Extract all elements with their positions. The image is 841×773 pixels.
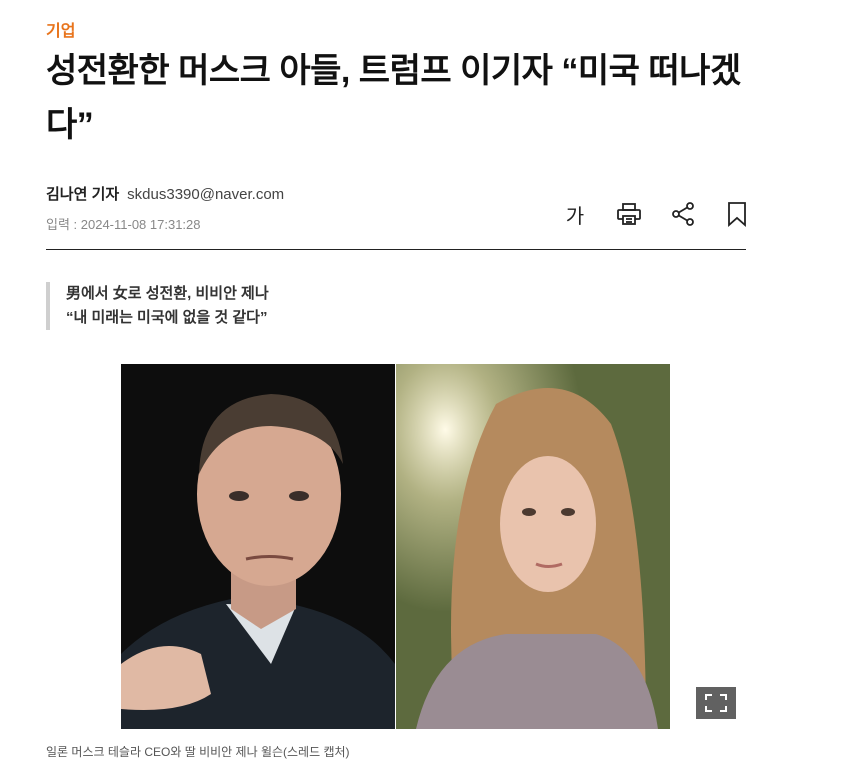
article-photo[interactable] (121, 364, 670, 729)
article-headline: 성전환한 머스크 아들, 트럼프 이기자 “미국 떠나겠다” (46, 52, 741, 144)
byline: 김나연 기자 skdus3390@naver.com (46, 183, 284, 204)
font-size-icon: 가 (565, 205, 585, 228)
article-subtitle: 男에서 女로 성전환, 비비안 제나 “내 미래는 미국에 없을 것 같다” (46, 282, 666, 330)
reporter-email[interactable]: skdus3390@naver.com (127, 186, 284, 203)
photo-right-panel (396, 364, 670, 729)
reporter-name[interactable]: 김나연 기자 (46, 183, 119, 204)
header-divider (46, 249, 746, 250)
subtitle-line-1: 男에서 女로 성전환, 비비안 제나 (66, 285, 269, 302)
article-category[interactable]: 기업 (46, 17, 75, 41)
photo-left-panel (121, 364, 395, 729)
bookmark-button[interactable] (710, 198, 764, 230)
expand-photo-button[interactable] (696, 687, 736, 719)
photo-caption: 일론 머스크 테슬라 CEO와 딸 비비안 제나 윌슨(스레드 캡처) (46, 745, 350, 759)
share-button[interactable] (656, 198, 710, 230)
print-icon (617, 203, 641, 225)
font-size-button[interactable]: 가 (548, 198, 602, 230)
fullscreen-icon (705, 694, 727, 712)
subtitle-line-2: “내 미래는 미국에 없을 것 같다” (66, 309, 268, 326)
publish-date: 입력 : 2024-11-08 17:31:28 (46, 217, 201, 232)
print-button[interactable] (602, 198, 656, 230)
bookmark-icon (728, 202, 746, 227)
article-tools: 가 (548, 198, 764, 230)
share-icon (672, 202, 694, 226)
